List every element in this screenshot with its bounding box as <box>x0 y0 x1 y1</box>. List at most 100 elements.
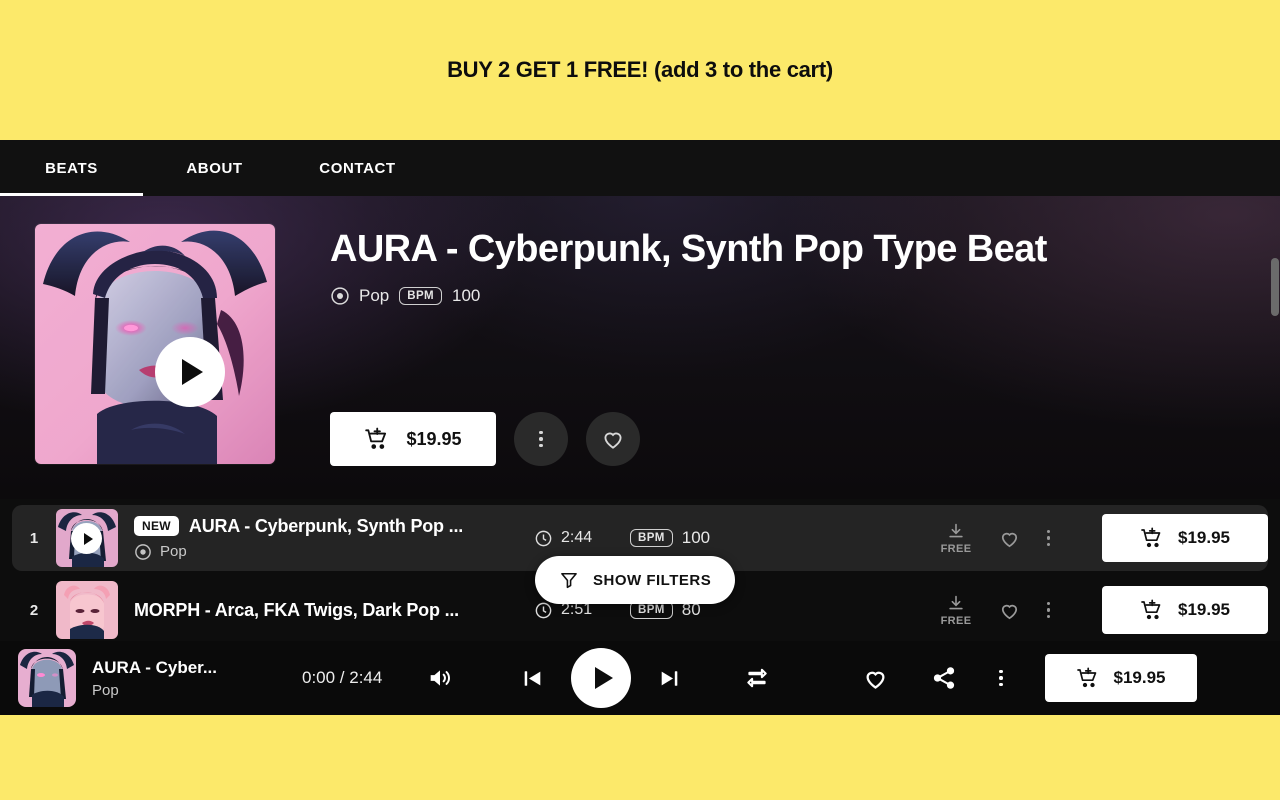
hero-more-options-button[interactable] <box>514 412 568 466</box>
download-icon <box>949 595 963 609</box>
row-more-options-button[interactable] <box>1046 601 1050 619</box>
row-main-info: MORPH - Arca, FKA Twigs, Dark Pop ... <box>134 600 534 621</box>
player-volume-button[interactable] <box>426 664 454 692</box>
nav-item-about[interactable]: ABOUT <box>143 140 286 196</box>
featured-bpm-pill: BPM <box>399 286 443 305</box>
player-next-button[interactable] <box>657 666 682 691</box>
hero-price-label: $19.95 <box>406 428 462 449</box>
album-art-image <box>56 581 118 639</box>
player-more-options-button[interactable] <box>999 669 1003 687</box>
row-action-icons: FREE $19.95 <box>941 514 1268 562</box>
more-options-icon <box>1046 601 1050 619</box>
nav-item-beats[interactable]: BEATS <box>0 140 143 196</box>
filter-funnel-icon <box>561 572 577 589</box>
page-root: BUY 2 GET 1 FREE! (add 3 to the cart) BE… <box>0 0 1280 800</box>
heart-icon <box>1001 532 1017 547</box>
row-bpm: BPM 100 <box>630 528 780 548</box>
row-more-options-button[interactable] <box>1046 529 1050 547</box>
row-play-button[interactable] <box>71 523 102 554</box>
row-bpm-value: 100 <box>681 528 711 547</box>
row-duration: 2:44 <box>534 529 630 548</box>
row-duration-text: 2:44 <box>561 529 593 546</box>
show-filters-label: SHOW FILTERS <box>593 571 712 589</box>
row-free-download-button[interactable]: FREE <box>941 594 972 627</box>
featured-genre: Pop <box>330 286 389 306</box>
row-favorite-button[interactable] <box>998 527 1021 550</box>
skip-next-icon <box>661 670 678 686</box>
more-options-icon <box>539 430 543 448</box>
show-filters-button[interactable]: SHOW FILTERS <box>535 556 736 604</box>
nav-item-contact-label: CONTACT <box>319 159 396 177</box>
player-share-button[interactable] <box>931 665 957 691</box>
nav-item-contact[interactable]: CONTACT <box>286 140 429 196</box>
player-time-display: 0:00 / 2:44 <box>302 668 383 687</box>
player-transport-controls <box>520 648 682 708</box>
row-album-art[interactable] <box>56 581 118 639</box>
player-track-subtitle: Pop <box>92 681 119 699</box>
featured-bpm-value: 100 <box>452 285 481 305</box>
featured-beat-actions: $19.95 <box>330 412 640 466</box>
row-action-icons: FREE $19.95 <box>941 586 1268 634</box>
player-track-meta: AURA - Cyber... Pop <box>92 658 262 699</box>
row-title: MORPH - Arca, FKA Twigs, Dark Pop ... <box>134 599 459 620</box>
audio-player-bar: AURA - Cyber... Pop 0:00 / 2:44 $19.95 <box>0 641 1280 715</box>
row-add-to-cart-button[interactable]: $19.95 <box>1102 586 1268 634</box>
download-icon <box>949 523 963 537</box>
promo-banner: BUY 2 GET 1 FREE! (add 3 to the cart) <box>0 0 1280 140</box>
row-bpm-pill: BPM <box>630 529 673 547</box>
main-navigation: BEATS ABOUT CONTACT <box>0 140 1280 196</box>
hero-add-to-cart-button[interactable]: $19.95 <box>330 412 496 466</box>
hero-favorite-button[interactable] <box>586 412 640 466</box>
row-number: 2 <box>29 601 39 619</box>
row-album-art[interactable] <box>56 509 118 567</box>
vertical-scrollbar[interactable] <box>1270 196 1280 641</box>
share-icon <box>933 667 955 689</box>
add-to-cart-icon <box>365 427 387 449</box>
repeat-icon <box>747 668 767 688</box>
heart-icon <box>1001 604 1017 619</box>
album-art-image <box>35 224 275 464</box>
row-favorite-button[interactable] <box>998 599 1021 622</box>
row-add-to-cart-button[interactable]: $19.95 <box>1102 514 1268 562</box>
player-album-art[interactable] <box>18 649 76 707</box>
row-free-label: FREE <box>940 542 972 555</box>
nav-item-about-label: ABOUT <box>186 159 243 177</box>
row-genre-label: Pop <box>160 543 187 560</box>
add-to-cart-icon <box>1141 527 1161 548</box>
heart-icon <box>866 671 885 689</box>
player-previous-button[interactable] <box>520 666 545 691</box>
nav-item-beats-label: BEATS <box>45 159 98 177</box>
volume-icon <box>430 670 450 686</box>
play-icon <box>182 359 203 385</box>
row-number: 1 <box>29 529 39 547</box>
more-options-icon <box>1046 529 1050 547</box>
player-repeat-button[interactable] <box>744 665 770 691</box>
play-icon <box>594 667 613 689</box>
featured-beat-info: AURA - Cyberpunk, Synth Pop Type Beat Po… <box>330 228 1240 306</box>
add-to-cart-icon <box>1076 667 1096 688</box>
clock-icon <box>535 602 552 618</box>
player-favorite-button[interactable] <box>862 665 889 692</box>
row-title: AURA - Cyberpunk, Synth Pop ... <box>188 515 464 536</box>
player-play-button[interactable] <box>571 648 631 708</box>
row-free-label: FREE <box>940 614 972 627</box>
player-price-label: $19.95 <box>1113 668 1166 687</box>
scrollbar-thumb[interactable] <box>1271 258 1279 316</box>
add-to-cart-icon <box>1141 599 1161 620</box>
featured-beat-meta: Pop BPM 100 <box>330 286 1240 306</box>
row-price-label: $19.95 <box>1178 600 1230 619</box>
more-options-icon <box>999 669 1003 687</box>
row-title-line: MORPH - Arca, FKA Twigs, Dark Pop ... <box>134 600 534 621</box>
row-main-info: NEW AURA - Cyberpunk, Synth Pop ... Pop <box>134 516 534 561</box>
featured-album-art[interactable] <box>35 224 275 464</box>
player-add-to-cart-button[interactable]: $19.95 <box>1044 654 1197 702</box>
promo-banner-text: BUY 2 GET 1 FREE! (add 3 to the cart) <box>447 57 833 82</box>
player-track-title: AURA - Cyber... <box>92 657 218 677</box>
row-subtitle: Pop <box>134 543 534 561</box>
row-price-label: $19.95 <box>1178 528 1230 547</box>
hero-play-button[interactable] <box>155 337 225 407</box>
row-free-download-button[interactable]: FREE <box>941 522 972 555</box>
heart-icon <box>604 432 622 449</box>
featured-genre-label: Pop <box>359 285 390 305</box>
status-badge: NEW <box>134 516 179 536</box>
